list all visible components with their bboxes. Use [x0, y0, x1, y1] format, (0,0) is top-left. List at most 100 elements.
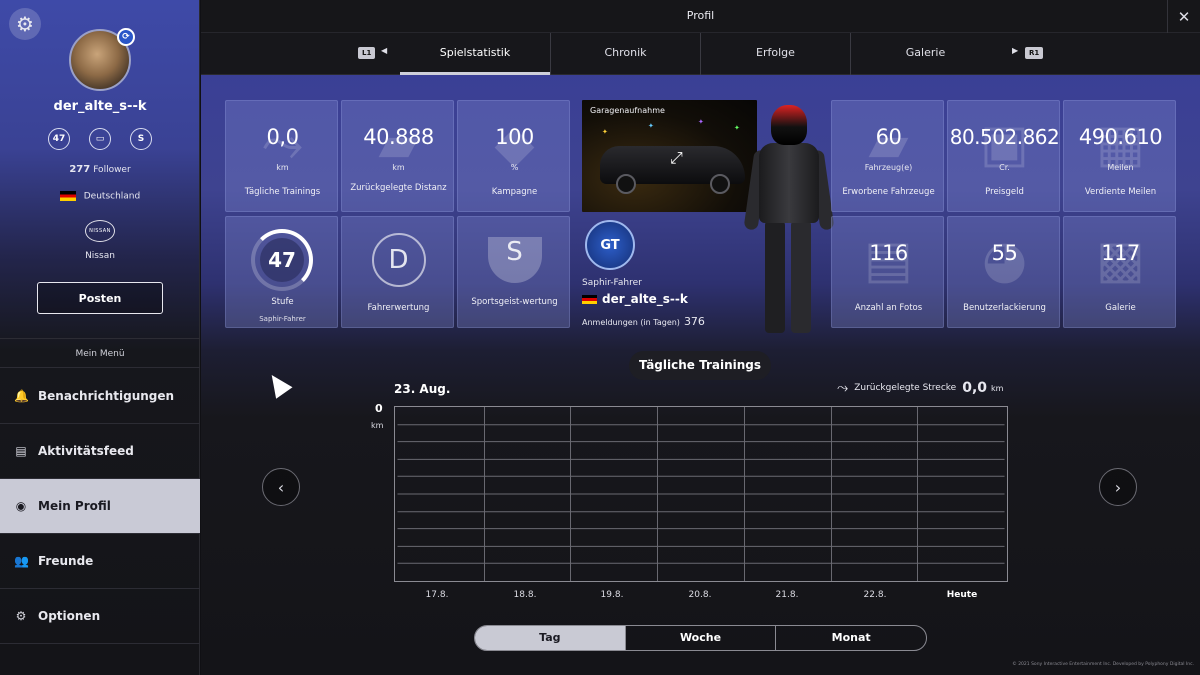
y-axis-unit: km — [371, 421, 384, 430]
profile-card-username: der_alte_s--k — [582, 292, 688, 306]
profile-username: der_alte_s--k — [53, 99, 147, 114]
sidebar: ⚙ ⟳ der_alte_s--k 47 ▭ S 277 Follower Deu… — [0, 0, 200, 675]
nissan-logo-icon: NISSAN — [85, 220, 115, 242]
tile-unit: Fahrzeug(e) — [864, 163, 913, 172]
tile-value: 117 — [1101, 241, 1140, 265]
tab-bar: L1 ◀ Spielstatistik Chronik Erfolge Gale… — [201, 33, 1200, 75]
tile-campaign[interactable]: ◆ 100 % Kampagne — [457, 100, 570, 212]
username-text: der_alte_s--k — [602, 292, 688, 306]
tab-chronicle[interactable]: Chronik — [550, 33, 700, 75]
tile-gallery[interactable]: ▩ 117 Galerie — [1063, 216, 1176, 328]
post-button[interactable]: Posten — [37, 282, 163, 314]
period-day-button[interactable]: Tag — [475, 626, 626, 650]
level-value: 47 — [260, 238, 304, 282]
driver-torso — [759, 143, 819, 223]
login-value: 376 — [683, 315, 705, 328]
tab-game-stats[interactable]: Spielstatistik — [400, 33, 550, 75]
menu-item-label: Aktivitätsfeed — [38, 444, 134, 458]
favorite-brand: Nissan — [85, 251, 115, 261]
x-axis-label: 17.8. — [425, 590, 449, 600]
legend-unit: km — [991, 383, 1004, 393]
menu-item-my-profile[interactable]: ◉ Mein Profil — [0, 479, 200, 534]
tile-value: 100 — [495, 125, 534, 149]
profile-icon: ◉ — [15, 499, 27, 513]
chart-prev-button[interactable]: ‹ — [262, 468, 300, 506]
driver-avatar — [743, 105, 835, 337]
r1-button-icon[interactable]: R1 — [1025, 47, 1044, 59]
tile-unit: % — [510, 163, 519, 172]
tile-unit: Cr. — [999, 163, 1010, 172]
tile-sportsmanship[interactable]: S Sportsgeist-wertung — [457, 216, 570, 328]
tab-prev-arrow-icon[interactable]: ◀ — [381, 46, 387, 55]
l1-button-icon[interactable]: L1 — [358, 47, 376, 59]
tile-prize-money[interactable]: ▣ 80.502.862 Cr. Preisgeld — [947, 100, 1060, 212]
x-axis-label: 19.8. — [600, 590, 624, 600]
menu-item-friends[interactable]: 👥 Freunde — [0, 534, 200, 589]
menu-item-label: Benachrichtigungen — [38, 389, 175, 403]
menu-item-notifications[interactable]: 🔔 Benachrichtigungen — [0, 369, 200, 424]
tile-photos[interactable]: ▤ 116 Anzahl an Fotos — [831, 216, 944, 328]
tile-label: Benutzerlackierung — [963, 303, 1046, 313]
tile-unit: Meilen — [1107, 163, 1134, 172]
period-month-button[interactable]: Monat — [776, 626, 926, 650]
tile-value: 55 — [991, 241, 1018, 265]
bell-icon: 🔔 — [14, 389, 29, 403]
garage-photo[interactable]: Garagenaufnahme ✦ ✦ ✦ ✦ ⤢ — [582, 100, 757, 212]
tile-livery[interactable]: ◕ 55 Benutzerlackierung — [947, 216, 1060, 328]
tile-value: 80.502.862 — [949, 125, 1060, 149]
tile-label: Verdiente Meilen — [1084, 187, 1157, 197]
driver-rating-icon: D — [342, 217, 453, 303]
tile-cars[interactable]: ▰ 60 Fahrzeug(e) Erworbene Fahrzeuge — [831, 100, 944, 212]
driver-rating-letter: D — [371, 233, 426, 287]
x-axis-label: 18.8. — [513, 590, 537, 600]
tab-achievements[interactable]: Erfolge — [700, 33, 850, 75]
copyright: © 2021 Sony Interactive Entertainment In… — [1012, 662, 1194, 667]
period-week-button[interactable]: Woche — [626, 626, 777, 650]
login-days: Anmeldungen (in Tagen) 376 — [582, 315, 705, 328]
follower-number: 277 — [69, 164, 91, 175]
chart-title: Tägliche Trainings — [629, 351, 771, 380]
germany-flag-icon — [582, 295, 597, 304]
tile-label: Sportsgeist-wertung — [471, 297, 558, 307]
chart-legend: ⤳ Zurückgelegte Strecke 0,0 km — [837, 380, 1003, 396]
x-axis-label-today: Heute — [946, 590, 978, 600]
menu-item-options[interactable]: ⚙ Optionen — [0, 589, 200, 644]
garage-title: Garagenaufnahme — [590, 106, 665, 115]
menu-item-label: Freunde — [38, 554, 94, 568]
neon-sign-decor: ✦ — [698, 118, 704, 126]
close-icon[interactable]: ✕ — [1167, 0, 1200, 33]
tab-gallery[interactable]: Galerie — [850, 33, 1000, 75]
follower-count[interactable]: 277 Follower — [0, 164, 200, 175]
gear-icon[interactable]: ⚙ — [9, 8, 41, 40]
tile-level[interactable]: 47 Stufe Saphir-Fahrer — [225, 216, 338, 328]
x-axis-label: 20.8. — [688, 590, 712, 600]
tile-miles[interactable]: ▦ 490.610 Meilen Verdiente Meilen — [1063, 100, 1176, 212]
tile-label: Anzahl an Fotos — [854, 303, 923, 313]
feed-icon: ▤ — [15, 444, 27, 458]
tile-value: 0,0 — [266, 125, 299, 149]
tile-value: 60 — [875, 125, 902, 149]
tile-unit: km — [392, 163, 405, 172]
tile-daily-training[interactable]: ⤳ 0,0 km Tägliche Trainings — [225, 100, 338, 212]
tile-label: Preisgeld — [985, 187, 1024, 197]
chart-date: 23. Aug. — [394, 382, 451, 396]
tile-distance[interactable]: ▰ 40.888 km Zurückgelegte Distanz — [341, 100, 454, 212]
sportsmanship-icon: S — [130, 128, 152, 150]
tile-label: Zurückgelegte Distanz — [350, 183, 447, 193]
expand-icon[interactable]: ⤢ — [670, 148, 683, 168]
driver-leg — [791, 221, 811, 333]
menu-item-label: Optionen — [38, 609, 101, 623]
tile-value: 40.888 — [363, 125, 434, 149]
sapphire-rank-badge-icon: GT — [585, 220, 635, 270]
chart-next-button[interactable]: › — [1099, 468, 1137, 506]
friends-icon: 👥 — [14, 554, 29, 568]
top-bar: Profil ✕ — [201, 0, 1200, 33]
driver-leg — [765, 221, 785, 333]
tab-next-arrow-icon[interactable]: ▶ — [1012, 46, 1018, 55]
tile-label: Stufe — [271, 297, 294, 307]
sportsmanship-icon: S — [458, 217, 569, 303]
menu-item-activity-feed[interactable]: ▤ Aktivitätsfeed — [0, 424, 200, 479]
tile-driver-rating[interactable]: D Fahrerwertung — [341, 216, 454, 328]
tile-unit: km — [276, 163, 289, 172]
login-label: Anmeldungen (in Tagen) — [582, 318, 680, 327]
